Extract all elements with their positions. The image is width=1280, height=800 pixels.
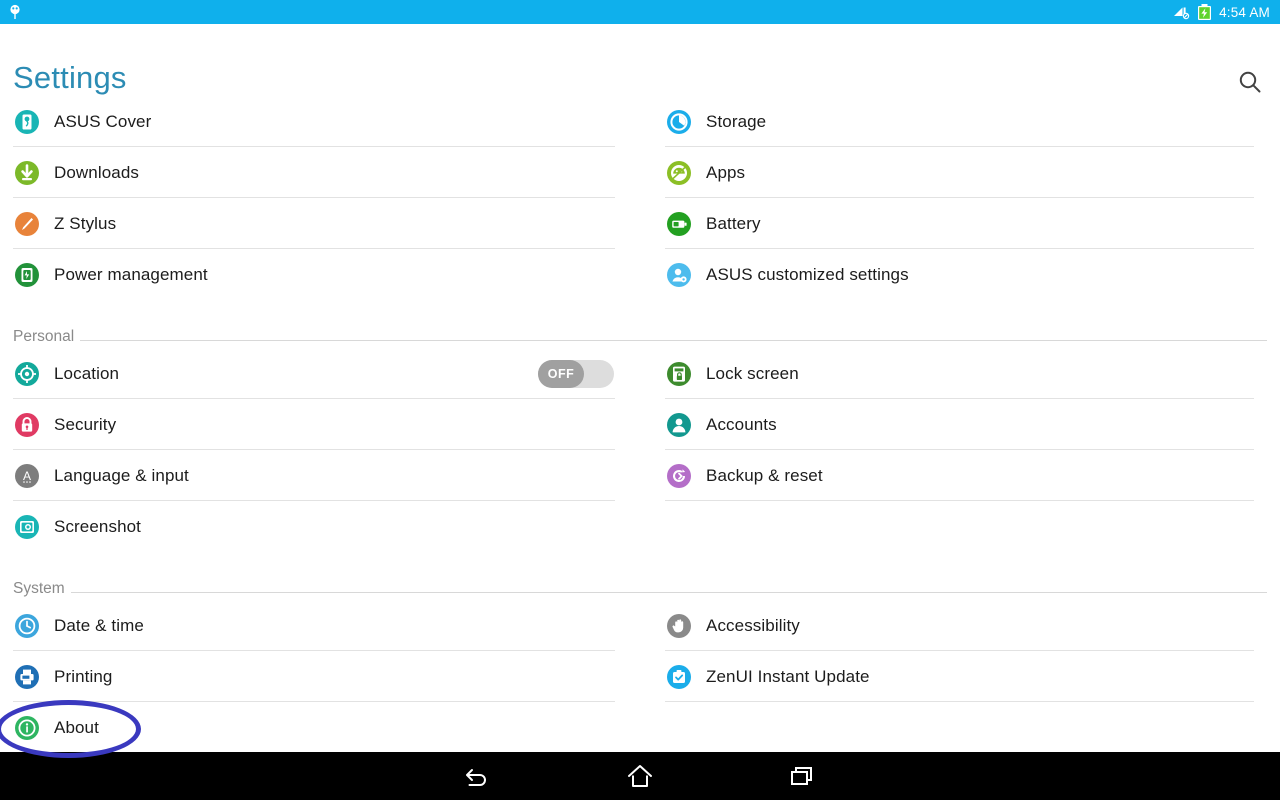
section-divider: [70, 592, 1267, 593]
settings-row-apps[interactable]: Apps: [665, 147, 1267, 198]
settings-row-label: Storage: [706, 111, 767, 131]
stylus-pen-icon: [14, 211, 40, 237]
settings-row-security[interactable]: Security: [0, 399, 615, 450]
settings-row-label: ZenUI Instant Update: [706, 666, 870, 686]
lock-icon: [14, 412, 40, 438]
settings-row-z-stylus[interactable]: Z Stylus: [0, 198, 615, 249]
clock-icon: [14, 613, 40, 639]
printer-icon: [14, 664, 40, 690]
battery-icon: [666, 211, 692, 237]
settings-row-label: About: [54, 717, 99, 737]
usb-plug-icon: [10, 4, 20, 19]
settings-row-label: Downloads: [54, 162, 140, 182]
settings-row-label: Screenshot: [54, 516, 141, 536]
status-bar-clock: 4:54 AM: [1219, 4, 1270, 20]
settings-row-label: Lock screen: [706, 363, 799, 383]
power-management-icon: [14, 262, 40, 288]
settings-row-label: Language & input: [54, 465, 189, 485]
nav-recents-button[interactable]: [766, 752, 838, 800]
home-icon: [628, 765, 652, 787]
settings-row-asus-customized-settings[interactable]: ASUS customized settings: [665, 249, 1267, 300]
location-crosshair-icon: [14, 361, 40, 387]
settings-row-backup-and-reset[interactable]: Backup & reset: [665, 450, 1267, 501]
status-bar-indicators: 4:54 AM: [1173, 4, 1280, 20]
section-header-personal: Personal: [0, 301, 1280, 353]
row-divider: [665, 500, 1254, 501]
settings-row-storage[interactable]: Storage: [665, 96, 1267, 147]
info-circle-icon: [14, 715, 40, 741]
backup-reset-icon: [666, 463, 692, 489]
mobile-data-off-icon: [1174, 7, 1190, 19]
settings-row-label: Location: [54, 363, 120, 383]
settings-group-top-left-column: ASUS Cover Downloads Z Stylus Power mana…: [0, 96, 615, 301]
settings-row-asus-cover[interactable]: ASUS Cover: [0, 96, 615, 147]
settings-content: ASUS Cover Downloads Z Stylus Power mana…: [0, 96, 1280, 752]
navigation-bar: [0, 752, 1280, 800]
settings-row-lock-screen[interactable]: Lock screen: [665, 348, 1267, 399]
settings-group-top-right-column: Storage Apps Battery ASUS customized set…: [665, 96, 1267, 301]
toggle-knob-label: OFF: [538, 359, 584, 388]
search-icon: [1239, 71, 1261, 93]
person-settings-icon: [666, 262, 692, 288]
screenshot-camera-icon: [14, 514, 40, 540]
download-arrow-icon: [14, 160, 40, 186]
settings-row-power-management[interactable]: Power management: [0, 249, 615, 300]
app-header: Settings: [0, 24, 1280, 120]
settings-row-label: Printing: [54, 666, 113, 686]
recent-apps-icon: [791, 767, 812, 785]
settings-row-label: ASUS Cover: [54, 111, 152, 131]
settings-group-system-right-column: Accessibility ZenUI Instant Update: [665, 600, 1267, 702]
section-header-system: System: [0, 553, 1280, 605]
settings-row-label: Apps: [706, 162, 746, 182]
account-person-icon: [666, 412, 692, 438]
settings-screen: 4:54 AM Settings ASUS Cover Downloads Z …: [0, 0, 1280, 800]
settings-row-label: Accounts: [706, 414, 777, 434]
android-apps-icon: [666, 160, 692, 186]
status-bar: 4:54 AM: [0, 0, 1280, 24]
settings-row-label: Date & time: [54, 615, 144, 635]
settings-group-system-left-column: Date & time Printing About: [0, 600, 615, 753]
asus-cover-icon: [14, 109, 40, 135]
settings-row-battery[interactable]: Battery: [665, 198, 1267, 249]
settings-row-language-and-input[interactable]: A Language & input: [0, 450, 615, 501]
nav-back-button[interactable]: [442, 752, 514, 800]
language-letter-a-icon: A: [14, 463, 40, 489]
settings-row-location[interactable]: Location OFF: [0, 348, 615, 399]
status-bar-notifications: [0, 4, 22, 20]
row-divider: [665, 701, 1254, 702]
section-divider: [80, 340, 1267, 341]
settings-row-downloads[interactable]: Downloads: [0, 147, 615, 198]
settings-row-screenshot[interactable]: Screenshot: [0, 501, 615, 552]
settings-row-accessibility[interactable]: Accessibility: [665, 600, 1267, 651]
settings-row-label: Power management: [54, 264, 208, 284]
page-title: Settings: [13, 60, 127, 95]
settings-row-printing[interactable]: Printing: [0, 651, 615, 702]
location-toggle[interactable]: OFF: [538, 359, 614, 388]
settings-row-label: Battery: [706, 213, 761, 233]
settings-row-label: Z Stylus: [54, 213, 117, 233]
settings-row-label: ASUS customized settings: [706, 264, 909, 284]
storage-disc-icon: [666, 109, 692, 135]
lock-screen-icon: [666, 361, 692, 387]
settings-group-personal-right-column: Lock screen Accounts Backup & reset: [665, 348, 1267, 502]
settings-group-personal-left-column: Location OFF Security A Language & input…: [0, 348, 615, 553]
back-arrow-icon: [466, 769, 486, 786]
settings-row-label: Backup & reset: [706, 465, 823, 485]
settings-row-accounts[interactable]: Accounts: [665, 399, 1267, 450]
svg-text:A: A: [23, 469, 31, 483]
battery-charging-icon: [1198, 4, 1212, 20]
settings-row-label: Security: [54, 414, 117, 434]
settings-row-date-and-time[interactable]: Date & time: [0, 600, 615, 651]
settings-row-zenui-instant-update[interactable]: ZenUI Instant Update: [665, 651, 1267, 702]
accessibility-hand-icon: [666, 613, 692, 639]
settings-row-label: Accessibility: [706, 615, 800, 635]
settings-row-about[interactable]: About: [0, 702, 615, 753]
zenui-update-icon: [666, 664, 692, 690]
nav-home-button[interactable]: [604, 752, 676, 800]
